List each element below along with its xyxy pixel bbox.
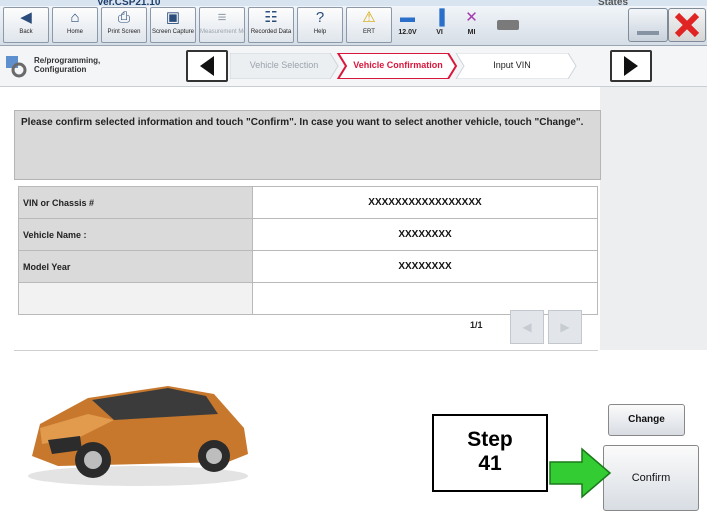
help-label: Help xyxy=(313,29,327,35)
model-year-label: Model Year xyxy=(18,250,253,283)
model-year-value: XXXXXXXX xyxy=(252,250,598,283)
measurement-icon: ≡ xyxy=(217,9,227,26)
recorded-data-label: Recorded Data xyxy=(250,29,292,35)
configuration-gear-icon xyxy=(6,56,27,78)
reprogramming-configuration-crumb[interactable]: Re/programming, Configuration xyxy=(4,50,101,82)
step-number: 41 xyxy=(478,452,502,475)
print-screen-label: Print Screen xyxy=(107,29,141,35)
mi-status: ✕ MI xyxy=(458,7,485,41)
breadcrumb: Re/programming, Configuration Vehicle Se… xyxy=(0,46,707,87)
confirm-button[interactable]: Confirm xyxy=(603,445,699,511)
connection-indicator-icon xyxy=(497,20,519,30)
mi-label: MI xyxy=(467,29,476,36)
back-label: Back xyxy=(19,29,33,35)
page-prev-icon: ◀ xyxy=(522,320,532,334)
back-icon: ◀ xyxy=(20,9,32,26)
print-screen-button[interactable]: ⎙ Print Screen xyxy=(101,7,147,43)
recorded-data-button[interactable]: ☷ Recorded Data xyxy=(248,7,294,43)
instruction-message: Please confirm selected information and … xyxy=(21,117,584,128)
vehicle-name-label: Vehicle Name : xyxy=(18,218,253,251)
close-button[interactable] xyxy=(668,8,706,42)
page-indicator: 1/1 xyxy=(470,320,483,330)
vi-label: VI xyxy=(436,29,443,36)
camera-icon: ▣ xyxy=(165,9,181,26)
warning-icon: ⚠ xyxy=(362,9,376,26)
vi-status: ▐ VI xyxy=(426,7,453,41)
right-side-panel xyxy=(600,87,707,350)
change-button[interactable]: Change xyxy=(608,404,685,436)
printer-icon: ⎙ xyxy=(117,9,130,26)
home-icon: ⌂ xyxy=(70,9,80,26)
page-next-icon: ▶ xyxy=(560,320,570,334)
instruction-message-box: Please confirm selected information and … xyxy=(14,110,601,180)
vehicle-image xyxy=(18,358,258,488)
reprogramming-configuration-label: Re/programming, Configuration xyxy=(34,56,101,74)
vehicle-name-value: XXXXXXXX xyxy=(252,218,598,251)
battery-voltage: 12.0V xyxy=(398,29,417,36)
close-icon xyxy=(674,12,700,38)
page-prev-button[interactable]: ◀ xyxy=(510,310,544,344)
vehicle-info-table: VIN or Chassis # XXXXXXXXXXXXXXXXX Vehic… xyxy=(18,186,598,315)
signal-icon: ▐ xyxy=(434,9,445,26)
step-label: Step xyxy=(467,428,513,451)
green-arrow-icon xyxy=(549,447,612,499)
page-next-button[interactable]: ▶ xyxy=(548,310,582,344)
table-row: Vehicle Name : XXXXXXXX xyxy=(18,218,598,251)
home-label: Home xyxy=(66,29,83,35)
minimize-button[interactable] xyxy=(628,8,668,42)
vin-label: VIN or Chassis # xyxy=(18,186,253,219)
step-annotation-box: Step 41 xyxy=(432,414,548,492)
home-button[interactable]: ⌂ Home xyxy=(52,7,98,43)
crumb-vehicle-confirmation[interactable]: Vehicle Confirmation xyxy=(342,53,454,77)
empty-cell xyxy=(18,282,253,315)
triangle-left-icon xyxy=(200,56,214,76)
table-row: Model Year XXXXXXXX xyxy=(18,250,598,283)
recorded-data-icon: ☷ xyxy=(264,9,278,26)
measurement-mode-button[interactable]: ≡ Measurement Mode xyxy=(199,7,245,43)
help-button[interactable]: ? Help xyxy=(297,7,343,43)
empty-cell xyxy=(252,282,598,315)
triangle-right-icon xyxy=(624,56,638,76)
main-toolbar: ◀ Back ⌂ Home ⎙ Print Screen ▣ Screen Ca… xyxy=(0,6,707,46)
measurement-mode-label: Measurement Mode xyxy=(200,29,244,35)
minimize-icon xyxy=(637,31,659,35)
ert-button[interactable]: ⚠ ERT xyxy=(346,7,392,43)
car-battery-icon: ▬ xyxy=(400,9,415,26)
previous-step-button[interactable] xyxy=(186,50,228,82)
x-mark-icon: ✕ xyxy=(465,9,478,26)
next-step-button[interactable] xyxy=(610,50,652,82)
vin-value: XXXXXXXXXXXXXXXXX xyxy=(252,186,598,219)
divider xyxy=(14,350,598,351)
table-row: VIN or Chassis # XXXXXXXXXXXXXXXXX xyxy=(18,186,598,219)
crumb-input-vin[interactable]: Input VIN xyxy=(456,53,568,77)
ert-label: ERT xyxy=(363,29,375,35)
crumb-vehicle-selection[interactable]: Vehicle Selection xyxy=(232,53,336,77)
battery-status: ▬ 12.0V xyxy=(394,7,421,41)
help-icon: ? xyxy=(315,9,325,26)
screen-capture-button[interactable]: ▣ Screen Capture xyxy=(150,7,196,43)
back-button[interactable]: ◀ Back xyxy=(3,7,49,43)
screen-capture-label: Screen Capture xyxy=(151,29,195,35)
